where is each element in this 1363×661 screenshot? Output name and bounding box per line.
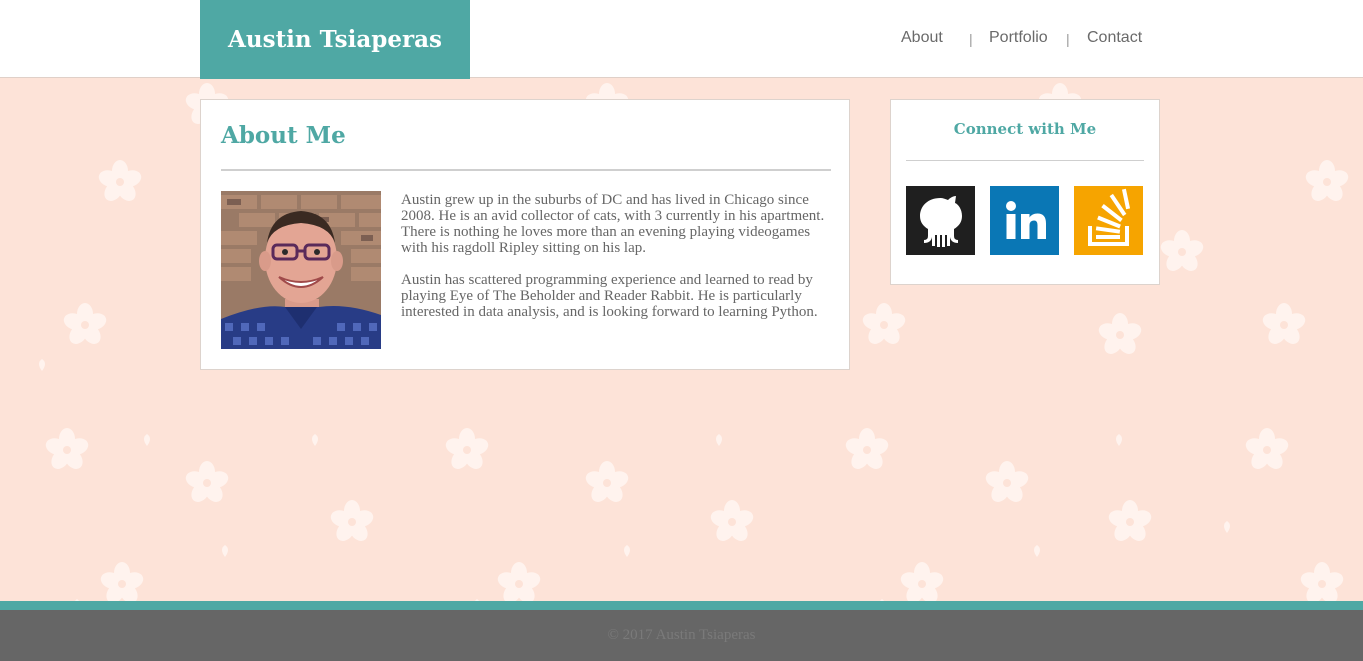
sakura-flower-decoration xyxy=(45,428,89,472)
sakura-flower-decoration xyxy=(497,562,541,601)
about-paragraph: Austin has scattered programming experie… xyxy=(401,272,818,320)
connect-card: Connect with Me xyxy=(890,99,1160,285)
profile-photo xyxy=(221,191,381,349)
sakura-petal-decoration xyxy=(140,433,154,447)
stackoverflow-icon xyxy=(1074,186,1143,255)
sakura-flower-decoration xyxy=(862,303,906,347)
site-footer: © 2017 Austin Tsiaperas xyxy=(0,610,1363,661)
sakura-petal-decoration xyxy=(1220,520,1234,534)
stackoverflow-link[interactable] xyxy=(1074,186,1143,255)
sakura-flower-decoration xyxy=(845,428,889,472)
connect-title: Connect with Me xyxy=(953,120,1097,138)
about-title: About Me xyxy=(221,122,346,149)
nav-link-about[interactable]: About xyxy=(901,29,943,47)
sakura-flower-decoration xyxy=(445,428,489,472)
nav-separator: | xyxy=(1066,31,1070,47)
sakura-flower-decoration xyxy=(1160,230,1204,274)
sakura-petal-decoration xyxy=(35,358,49,372)
sakura-flower-decoration xyxy=(1098,313,1142,357)
sakura-flower-decoration xyxy=(985,461,1029,505)
site-header: Austin Tsiaperas About | Portfolio | Con… xyxy=(0,0,1363,79)
footer-accent-band xyxy=(0,601,1363,610)
nav-link-portfolio[interactable]: Portfolio xyxy=(989,29,1048,47)
site-brand-link[interactable]: Austin Tsiaperas xyxy=(200,0,470,79)
connect-divider xyxy=(906,160,1144,161)
sakura-petal-decoration xyxy=(308,433,322,447)
github-icon xyxy=(906,186,975,255)
sakura-petal-decoration xyxy=(1112,433,1126,447)
sakura-flower-decoration xyxy=(63,303,107,347)
sakura-flower-decoration xyxy=(585,461,629,505)
sakura-flower-decoration xyxy=(1300,562,1344,601)
nav-separator: | xyxy=(969,31,973,47)
sakura-petal-decoration xyxy=(712,433,726,447)
sakura-flower-decoration xyxy=(1262,303,1306,347)
sakura-flower-decoration xyxy=(185,461,229,505)
sakura-petal-decoration xyxy=(218,544,232,558)
sakura-flower-decoration xyxy=(100,562,144,601)
sakura-flower-decoration xyxy=(1305,160,1349,204)
sakura-petal-decoration xyxy=(1030,544,1044,558)
about-divider xyxy=(221,169,831,171)
sakura-petal-decoration xyxy=(620,544,634,558)
copyright-text: © 2017 Austin Tsiaperas xyxy=(607,627,756,643)
sakura-flower-decoration xyxy=(900,562,944,601)
nav-link-contact[interactable]: Contact xyxy=(1087,29,1142,47)
linkedin-icon xyxy=(990,186,1059,255)
about-card: About Me Austin grew up in the suburbs o… xyxy=(200,99,850,370)
github-link[interactable] xyxy=(906,186,975,255)
about-paragraph: Austin grew up in the suburbs of DC and … xyxy=(401,192,825,256)
sakura-flower-decoration xyxy=(1108,500,1152,544)
linkedin-link[interactable] xyxy=(990,186,1059,255)
sakura-flower-decoration xyxy=(710,500,754,544)
sakura-flower-decoration xyxy=(330,500,374,544)
about-text: Austin grew up in the suburbs of DC and … xyxy=(401,192,833,320)
sakura-flower-decoration xyxy=(98,160,142,204)
sakura-flower-decoration xyxy=(1245,428,1289,472)
